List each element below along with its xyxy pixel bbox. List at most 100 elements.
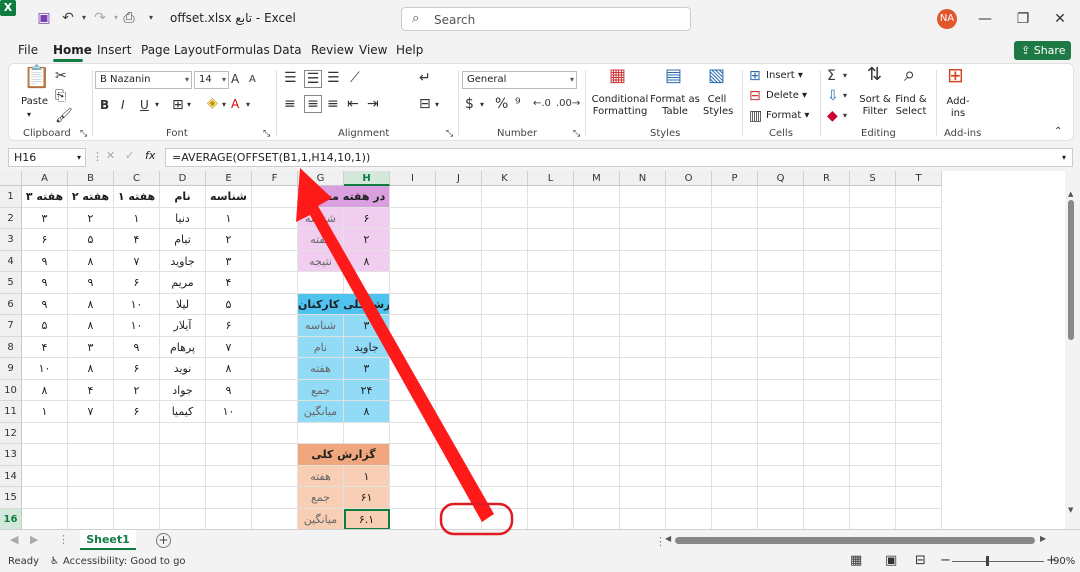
- table-cell[interactable]: ۶: [114, 401, 160, 423]
- grid-cell[interactable]: [804, 293, 850, 315]
- grid-cell[interactable]: [712, 315, 758, 337]
- column-header-r[interactable]: R: [804, 171, 850, 186]
- table-cell[interactable]: ۶: [114, 272, 160, 294]
- increase-font-icon[interactable]: A: [231, 71, 239, 87]
- grid-cell[interactable]: [574, 422, 620, 444]
- grid-cell[interactable]: [620, 250, 666, 272]
- table-cell[interactable]: ۸: [206, 358, 252, 380]
- table-cell[interactable]: ۲: [68, 207, 114, 229]
- grid-cell[interactable]: [896, 186, 942, 208]
- grid-cell[interactable]: [528, 465, 574, 487]
- grid-cell[interactable]: [850, 508, 896, 529]
- paste-button[interactable]: Paste: [21, 96, 48, 108]
- grid-cell[interactable]: [528, 250, 574, 272]
- row-header-1[interactable]: 1: [0, 186, 22, 208]
- grid-cell[interactable]: [482, 186, 528, 208]
- clear-dropdown-icon[interactable]: ▾: [843, 108, 847, 124]
- minimize-icon[interactable]: —: [975, 9, 995, 29]
- grid-cell[interactable]: [574, 401, 620, 423]
- grid-cell[interactable]: [620, 272, 666, 294]
- column-header-a[interactable]: A: [22, 171, 68, 186]
- grid-cell[interactable]: [758, 422, 804, 444]
- box1-value[interactable]: ۲: [344, 229, 390, 251]
- row-header-7[interactable]: 7: [0, 315, 22, 337]
- grid-cell[interactable]: [804, 250, 850, 272]
- clear-icon[interactable]: ◆: [827, 108, 838, 124]
- grid-cell[interactable]: [68, 508, 114, 529]
- sort-filter-icon[interactable]: ⇅: [867, 66, 882, 84]
- grid-cell[interactable]: [712, 465, 758, 487]
- table-cell[interactable]: ۸: [68, 315, 114, 337]
- grid-cell[interactable]: [482, 293, 528, 315]
- grid-cell[interactable]: [620, 336, 666, 358]
- grid-cell[interactable]: [252, 487, 298, 509]
- cancel-icon[interactable]: ✕: [106, 149, 115, 162]
- grid-cell[interactable]: [114, 487, 160, 509]
- currency-icon[interactable]: $: [465, 96, 474, 112]
- grid-cell[interactable]: [390, 207, 436, 229]
- grid-cell[interactable]: [252, 186, 298, 208]
- grid-cell[interactable]: [896, 401, 942, 423]
- grid-cell[interactable]: [390, 508, 436, 529]
- grid-cell[interactable]: [252, 358, 298, 380]
- decrease-font-icon[interactable]: A: [249, 72, 256, 88]
- grid-cell[interactable]: [160, 487, 206, 509]
- grid-cell[interactable]: [390, 401, 436, 423]
- undo-dropdown-icon[interactable]: ▾: [76, 10, 92, 26]
- grid-cell[interactable]: [436, 272, 482, 294]
- grid-cell[interactable]: [528, 272, 574, 294]
- grid-cell[interactable]: [804, 229, 850, 251]
- undo-icon[interactable]: ↶: [60, 10, 76, 26]
- formula-input[interactable]: =AVERAGE(OFFSET(B1,1,H14,10,1)) ▾: [165, 148, 1073, 167]
- grid-cell[interactable]: [252, 336, 298, 358]
- grid-cell[interactable]: [436, 358, 482, 380]
- grid-cell[interactable]: [712, 293, 758, 315]
- grid-cell[interactable]: [528, 487, 574, 509]
- grid-cell[interactable]: [804, 465, 850, 487]
- table-cell[interactable]: ۹: [206, 379, 252, 401]
- borders-dropdown-icon[interactable]: ▾: [187, 97, 191, 113]
- box2-label[interactable]: هفته: [298, 358, 344, 380]
- grid-cell[interactable]: [206, 487, 252, 509]
- grid-cell[interactable]: [574, 444, 620, 466]
- box2-label[interactable]: میانگین: [298, 401, 344, 423]
- column-header-h[interactable]: H: [344, 171, 390, 186]
- row-header-4[interactable]: 4: [0, 250, 22, 272]
- grid-cell[interactable]: [896, 336, 942, 358]
- align-center-icon[interactable]: ≡: [304, 95, 322, 113]
- table-cell[interactable]: ۴: [22, 336, 68, 358]
- grid-cell[interactable]: [252, 207, 298, 229]
- grid-cell[interactable]: [850, 401, 896, 423]
- grid-cell[interactable]: [620, 444, 666, 466]
- grid-cell[interactable]: [436, 250, 482, 272]
- grid-cell[interactable]: [804, 508, 850, 529]
- grid-cell[interactable]: [528, 315, 574, 337]
- box1-label[interactable]: شناسه: [298, 207, 344, 229]
- grid-cell[interactable]: [482, 444, 528, 466]
- wrap-text-icon[interactable]: ↵: [419, 70, 431, 86]
- zoom-slider[interactable]: [952, 561, 1044, 562]
- grid-cell[interactable]: [482, 379, 528, 401]
- table-cell[interactable]: ۱۰: [114, 315, 160, 337]
- italic-icon[interactable]: I: [121, 97, 125, 113]
- table-cell[interactable]: جاوید: [160, 250, 206, 272]
- grid-cell[interactable]: [252, 272, 298, 294]
- grid-cell[interactable]: [620, 508, 666, 529]
- table-cell[interactable]: ۶: [206, 315, 252, 337]
- column-header-n[interactable]: N: [620, 171, 666, 186]
- search-input[interactable]: ⌕ Search: [401, 7, 691, 31]
- tab-insert[interactable]: Insert: [97, 43, 131, 57]
- row-header-2[interactable]: 2: [0, 207, 22, 229]
- box2-title[interactable]: گزارش کلی کارکنان: [298, 293, 390, 315]
- grid-cell[interactable]: [758, 186, 804, 208]
- name-box[interactable]: H16 ▾: [8, 148, 86, 167]
- grid-cell[interactable]: [712, 422, 758, 444]
- prev-sheet-icon[interactable]: ◀: [10, 533, 18, 546]
- grid-cell[interactable]: [252, 250, 298, 272]
- row-header-6[interactable]: 6: [0, 293, 22, 315]
- grid-cell[interactable]: [804, 336, 850, 358]
- grid-cell[interactable]: [114, 444, 160, 466]
- redo-icon[interactable]: ↷: [92, 10, 108, 26]
- delete-cells-button[interactable]: Delete ▾: [766, 90, 807, 102]
- grid-cell[interactable]: [528, 336, 574, 358]
